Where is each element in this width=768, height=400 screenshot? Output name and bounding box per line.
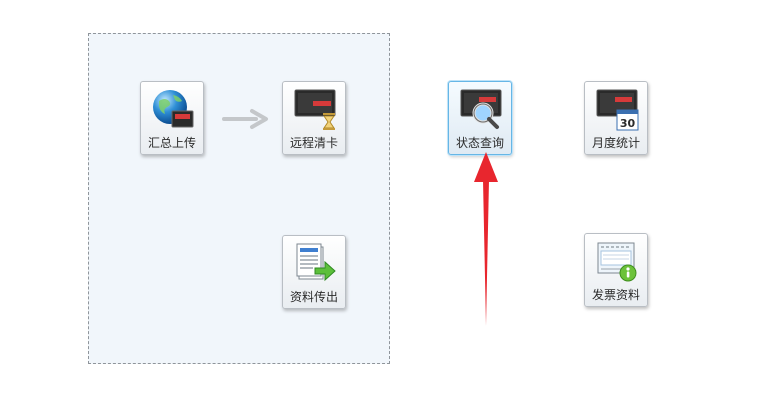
annotation-arrow (474, 152, 498, 326)
monthly-stats-label: 月度统计 (591, 136, 640, 150)
calendar-number: 30 (620, 117, 636, 130)
data-export-button[interactable]: 资料传出 (282, 235, 346, 309)
remote-clear-card-label: 远程清卡 (289, 136, 338, 150)
globe-monitor-icon (151, 87, 195, 131)
status-query-button[interactable]: 状态查询 (448, 81, 512, 155)
summary-upload-button[interactable]: 汇总上传 (140, 81, 204, 155)
monthly-stats-button[interactable]: 30 月度统计 (584, 81, 648, 155)
monitor-magnifier-icon (459, 87, 503, 131)
data-export-label: 资料传出 (289, 290, 338, 304)
status-query-label: 状态查询 (455, 136, 504, 150)
summary-upload-label: 汇总上传 (147, 136, 196, 150)
invoice-data-label: 发票资料 (591, 288, 640, 302)
flow-arrow-icon (222, 109, 268, 129)
monitor-hourglass-icon (293, 87, 337, 131)
monitor-calendar-icon: 30 (595, 87, 639, 131)
document-export-icon (293, 241, 337, 285)
invoice-info-icon (595, 239, 639, 283)
remote-clear-card-button[interactable]: 远程清卡 (282, 81, 346, 155)
invoice-data-button[interactable]: 发票资料 (584, 233, 648, 307)
